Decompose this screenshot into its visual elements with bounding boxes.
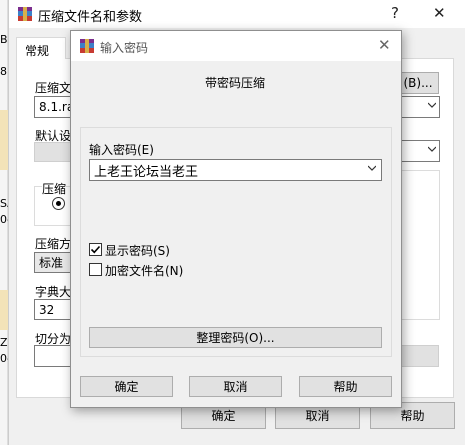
dictionary-label: 字典大 bbox=[35, 285, 72, 299]
parent-cancel-label: 取消 bbox=[305, 409, 330, 423]
edge-highlight bbox=[0, 110, 8, 170]
radio-rar[interactable] bbox=[52, 197, 65, 210]
dictionary-combo[interactable]: 32 bbox=[34, 299, 74, 320]
options-group bbox=[401, 170, 440, 320]
dialog-title: 输入密码 bbox=[100, 41, 149, 55]
encrypt-names-label[interactable]: 加密文件名(N) bbox=[105, 262, 183, 279]
archive-name-combo-right[interactable] bbox=[401, 96, 440, 118]
dialog-cancel-button[interactable]: 取消 bbox=[189, 376, 282, 397]
encrypt-names-checkbox[interactable] bbox=[89, 263, 102, 276]
archive-name-label: 压缩文 bbox=[35, 81, 72, 95]
split-combo-right[interactable] bbox=[401, 345, 439, 367]
checkmark-icon bbox=[90, 245, 101, 254]
dialog-help-button[interactable]: 帮助 bbox=[299, 376, 392, 397]
parent-help-button[interactable]: ? bbox=[391, 4, 399, 22]
edge-highlight-2 bbox=[0, 290, 8, 330]
chevron-down-icon[interactable] bbox=[368, 164, 376, 172]
dialog-ok-button[interactable]: 确定 bbox=[80, 376, 173, 397]
tab-general[interactable]: 常规 bbox=[16, 37, 66, 59]
browse-button-label: (B)... bbox=[403, 76, 433, 90]
show-password-checkbox[interactable] bbox=[89, 243, 102, 256]
chevron-down-icon bbox=[428, 146, 436, 152]
dictionary-value: 32 bbox=[39, 302, 55, 317]
compression-method-value: 标准 bbox=[39, 256, 64, 270]
parent-title: 压缩文件名和参数 bbox=[38, 10, 143, 25]
parent-close-button[interactable]: ✕ bbox=[433, 4, 446, 22]
compression-method-label: 压缩方 bbox=[35, 237, 72, 251]
winrar-icon bbox=[80, 39, 94, 53]
dialog-close-button[interactable]: ✕ bbox=[378, 36, 391, 54]
dialog-cancel-label: 取消 bbox=[223, 380, 248, 394]
tab-general-label: 常规 bbox=[25, 44, 50, 58]
update-mode-combo-right[interactable] bbox=[401, 140, 440, 162]
chevron-down-icon bbox=[428, 102, 436, 108]
dialog-heading: 带密码压缩 bbox=[205, 76, 266, 90]
compression-method-combo[interactable]: 标准 bbox=[34, 252, 74, 273]
parent-ok-label: 确定 bbox=[211, 409, 236, 423]
parent-help-label: 帮助 bbox=[400, 409, 425, 423]
dialog-ok-label: 确定 bbox=[114, 380, 139, 394]
default-settings-button[interactable] bbox=[34, 142, 74, 162]
organize-passwords-label: 整理密码(O)... bbox=[196, 331, 275, 345]
dialog-help-label: 帮助 bbox=[333, 380, 358, 394]
archive-name-field[interactable]: 8.1.rar bbox=[34, 96, 74, 118]
archive-name-value: 8.1.rar bbox=[39, 100, 74, 114]
password-label: 输入密码(E) bbox=[89, 143, 154, 157]
password-value: 上老王论坛当老王 bbox=[94, 164, 199, 180]
password-field[interactable]: 上老王论坛当老王 bbox=[89, 159, 382, 181]
archive-format-label: 压缩 bbox=[42, 180, 67, 197]
show-password-label[interactable]: 显示密码(S) bbox=[105, 242, 170, 259]
organize-passwords-button[interactable]: 整理密码(O)... bbox=[89, 327, 382, 348]
split-combo[interactable] bbox=[34, 345, 74, 367]
winrar-icon bbox=[18, 7, 32, 21]
browse-button[interactable]: (B)... bbox=[397, 72, 439, 94]
